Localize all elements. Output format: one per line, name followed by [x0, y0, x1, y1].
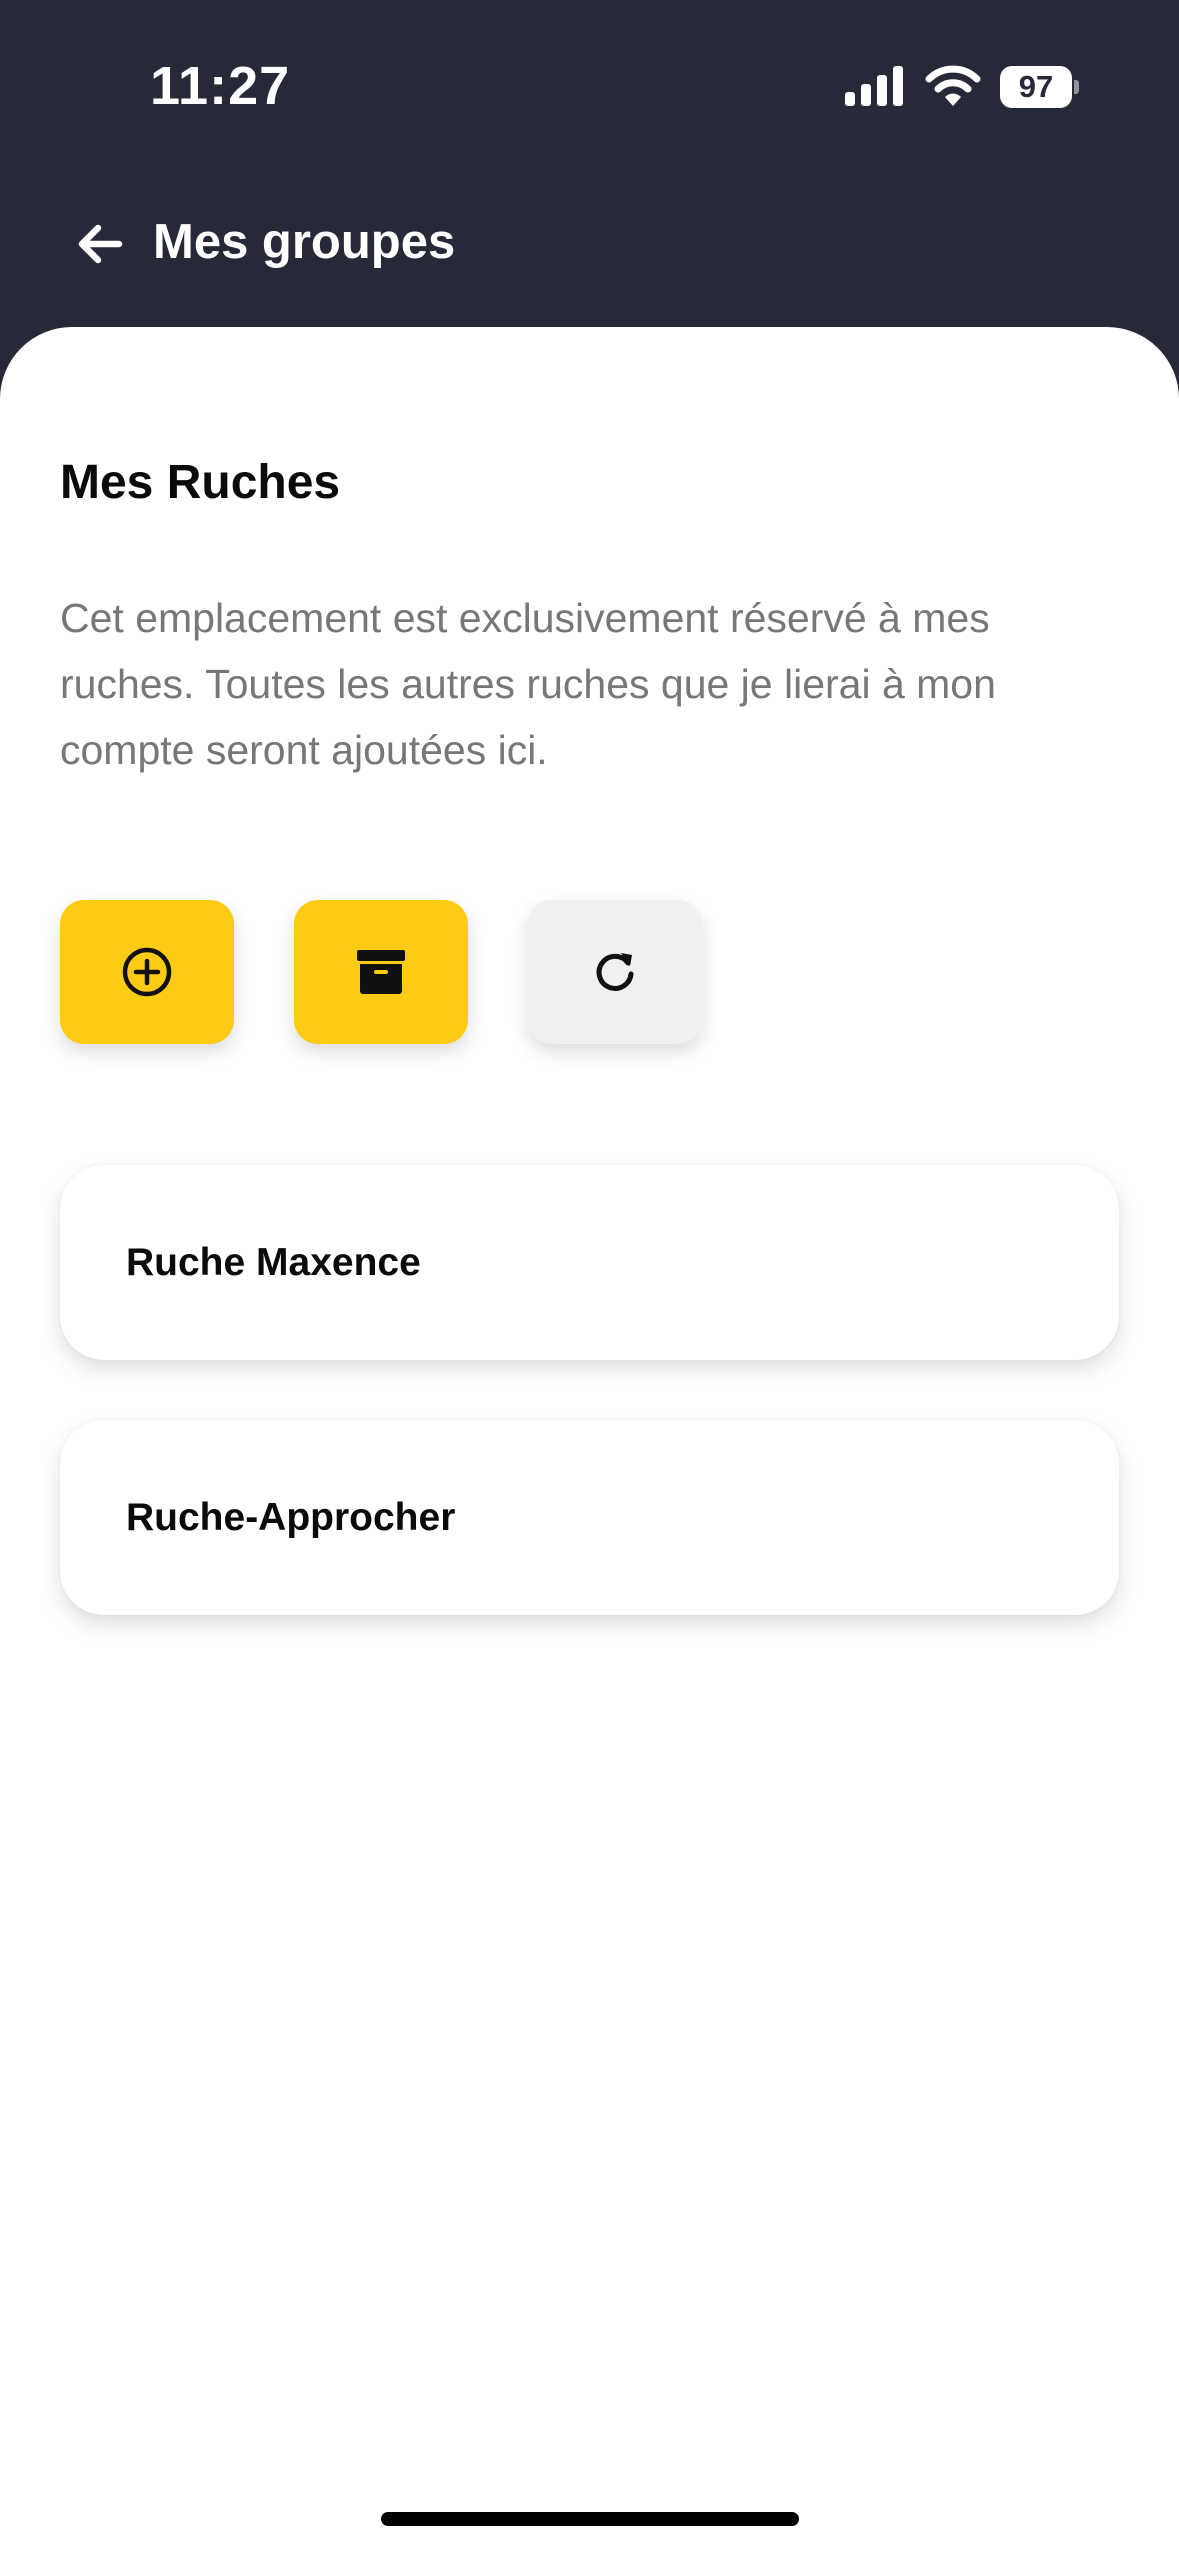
- refresh-icon: [596, 953, 634, 991]
- archive-button[interactable]: [294, 900, 468, 1044]
- app-screen: 11:27 97 Mes groupes Mes Ruches Cet empl: [0, 0, 1179, 2556]
- header: Mes groupes: [0, 200, 1179, 290]
- arrow-left-icon: [78, 224, 123, 264]
- archive-box-icon: [357, 950, 405, 994]
- battery-cap: [1074, 80, 1079, 94]
- cellular-signal-icon: [845, 66, 903, 106]
- back-button[interactable]: [68, 212, 132, 276]
- refresh-button[interactable]: [528, 900, 702, 1044]
- add-hive-button[interactable]: [60, 900, 234, 1044]
- home-indicator[interactable]: [381, 2512, 799, 2526]
- battery-indicator: 97: [1000, 66, 1079, 108]
- hive-card[interactable]: Ruche-Approcher: [60, 1420, 1119, 1615]
- section-description: Cet emplacement est exclusivement réserv…: [60, 595, 996, 773]
- hive-card[interactable]: Ruche Maxence: [60, 1165, 1119, 1360]
- hive-name: Ruche Maxence: [126, 1241, 421, 1284]
- add-circle-icon: [122, 947, 172, 997]
- wifi-icon: [925, 65, 981, 106]
- hive-name: Ruche-Approcher: [126, 1496, 456, 1539]
- status-time: 11:27: [150, 56, 291, 116]
- battery-level: 97: [1000, 66, 1072, 108]
- status-bar: 11:27 97: [0, 0, 1179, 170]
- content-sheet: Mes Ruches Cet emplacement est exclusive…: [0, 327, 1179, 2556]
- page-title: Mes groupes: [153, 215, 456, 269]
- section-title: Mes Ruches: [60, 456, 341, 509]
